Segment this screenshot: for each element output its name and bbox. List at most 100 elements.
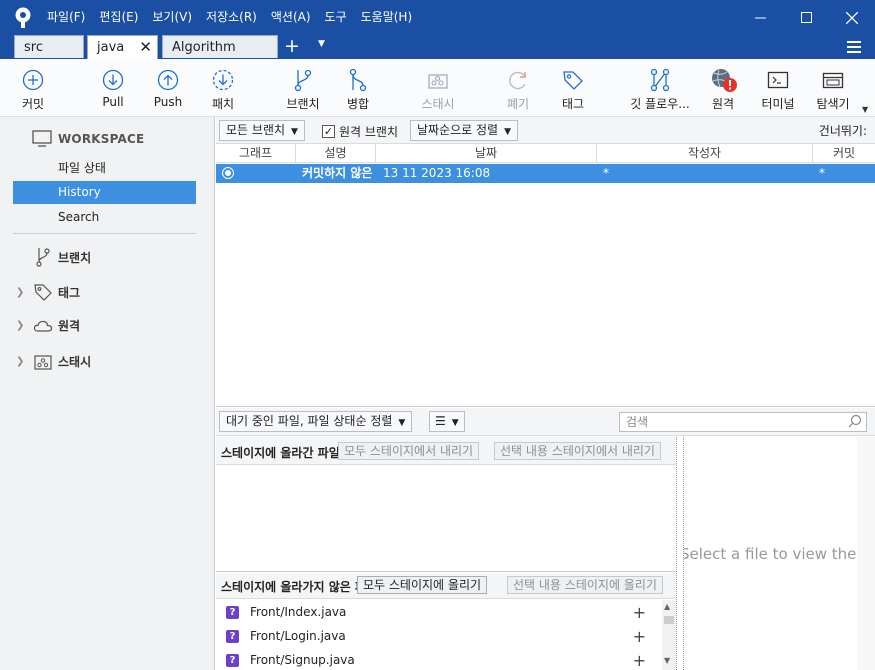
git-flow-button[interactable]: 깃 플로우... [627,67,693,112]
sort-order-label: 날짜순으로 정렬 [417,123,499,137]
merge-icon [349,68,367,92]
menu-repository[interactable]: 저장소(R) [199,0,264,35]
remote-branches-checkbox[interactable]: ✓ 원격 브랜치 [322,123,398,140]
close-tab-icon[interactable]: ✕ [139,36,152,59]
stashes-label: 스태시 [58,355,92,369]
column-graph[interactable]: 그래프 [216,144,296,163]
workspace-header: WORKSPACE [32,130,144,147]
stage-file-icon[interactable]: + [633,627,646,646]
pending-files-sort-dropdown[interactable]: 대기 중인 파일, 파일 상태순 정렬 ▼ [219,411,413,432]
staged-files-header: 스테이지에 올라간 파일 모두 스테이지에서 내리기 선택 내용 스테이지에서 … [216,437,676,465]
pull-button[interactable]: Pull [83,67,143,109]
remote-label: 원격 [711,97,735,111]
row-author: * [603,166,609,180]
column-date[interactable]: 날짜 [376,144,597,163]
menu-tools[interactable]: 도구 [318,0,354,35]
merge-button[interactable]: 병합 [328,67,388,112]
menu-view[interactable]: 보기(V) [145,0,199,35]
menu-edit[interactable]: 편집(E) [92,0,145,35]
sort-order-dropdown[interactable]: 날짜순으로 정렬 ▼ [410,120,519,141]
commit-button[interactable]: 커밋 [3,67,63,112]
uncommitted-node-icon [222,167,234,179]
table-row[interactable]: 커밋하지 않은 13 11 2023 16:08 * * [216,164,875,183]
maximize-button[interactable] [783,0,829,35]
menu-file[interactable]: 파일(F) [40,0,92,35]
sidebar-group-stashes[interactable]: ❯ 스태시 [16,353,91,370]
menu-help[interactable]: 도움말(H) [354,0,420,35]
toolbar-overflow-icon[interactable]: ▼ [862,105,868,114]
stage-file-icon[interactable]: + [633,651,646,670]
tab-label: Algorithm [172,40,236,55]
explorer-button[interactable]: 탐색기 [803,67,863,112]
tab-java[interactable]: java ✕ [87,35,158,59]
chevron-right-icon[interactable]: ❯ [16,287,30,298]
cloud-icon [33,320,53,332]
sidebar-item-file-status[interactable]: 파일 상태 [13,157,196,180]
sidebar-group-remotes[interactable]: ❯ 원격 [16,317,80,334]
discard-button[interactable]: 폐기 [488,67,548,112]
pull-label: Pull [102,95,124,109]
branch-filter-dropdown[interactable]: 모든 브랜치 ▼ [219,120,305,141]
stash-button[interactable]: 스태시 [408,67,468,112]
menu-bar: 파일(F) 편집(E) 보기(V) 저장소(R) 액션(A) 도구 도움말(H) [40,0,419,35]
terminal-button[interactable]: 터미널 [748,67,808,112]
minimize-button[interactable] [737,0,783,35]
view-mode-dropdown[interactable]: ☰ ▼ [429,411,465,432]
tab-label: src [24,40,43,55]
column-description[interactable]: 설명 [296,144,376,163]
chevron-down-icon: ▼ [504,127,512,137]
column-author[interactable]: 작성자 [597,144,813,163]
remote-branches-label: 원격 브랜치 [339,125,399,139]
close-window-button[interactable] [829,0,875,35]
sidebar-group-branches[interactable]: 브랜치 [16,247,91,267]
unstaged-scrollbar[interactable]: ▲ ▼ [662,600,676,670]
fetch-label: 패치 [211,97,235,111]
merge-label: 병합 [346,97,370,111]
fetch-icon [212,69,234,91]
chevron-right-icon[interactable]: ❯ [16,320,30,331]
diff-scrollbar[interactable] [857,437,875,670]
tab-list-dropdown-icon[interactable]: ▼ [318,39,325,49]
scroll-down-icon[interactable]: ▼ [664,656,670,665]
untracked-file-icon: ? [226,653,239,667]
list-item[interactable]: ? Front/Index.java + [216,600,664,624]
remote-button[interactable]: 원격 [693,67,753,112]
branch-filter-label: 모든 브랜치 [226,123,286,137]
fetch-button[interactable]: 패치 [193,67,253,112]
file-search-input[interactable]: 검색 [619,412,867,432]
history-filter-bar: 모든 브랜치 ▼ ✓ 원격 브랜치 날짜순으로 정렬 ▼ 건너뛰기: [216,117,875,144]
push-button[interactable]: Push [138,67,198,109]
menu-actions[interactable]: 액션(A) [264,0,318,35]
staged-files-list [216,466,676,572]
checkmark-icon: ✓ [322,125,335,138]
pane-splitter[interactable] [676,437,684,670]
scroll-thumb[interactable] [664,616,674,624]
unstaged-files-header: 스테이지에 올라가지 않은 파일 모두 스테이지에 올리기 선택 내용 스테이지… [216,573,676,599]
tab-algorithm[interactable]: Algorithm [162,35,278,58]
tab-src[interactable]: src [14,35,84,58]
chevron-right-icon[interactable]: ❯ [16,356,30,367]
hamburger-menu-icon[interactable] [847,38,861,56]
stage-file-icon[interactable]: + [633,603,646,622]
add-tab-icon[interactable]: + [284,35,300,57]
search-placeholder: 검색 [626,415,649,429]
sidebar-group-tags[interactable]: ❯ 태그 [16,282,80,302]
sidebar-item-history[interactable]: History [13,181,196,204]
tag-button[interactable]: 태그 [543,67,603,112]
sidebar-item-search[interactable]: Search [13,206,196,229]
unstage-all-button[interactable]: 모두 스테이지에서 내리기 [338,442,480,460]
column-commit[interactable]: 커밋 [813,144,875,163]
scroll-up-icon[interactable]: ▲ [664,602,670,611]
branch-button[interactable]: 브랜치 [273,67,333,112]
file-pane-toolbar: 대기 중인 파일, 파일 상태순 정렬 ▼ ☰ ▼ 검색 [216,408,875,436]
stage-selected-button[interactable]: 선택 내용 스테이지에 올리기 [507,576,663,594]
list-item[interactable]: ? Front/Signup.java + [216,648,664,670]
row-date: 13 11 2023 16:08 [383,166,491,180]
tag-icon [563,71,583,90]
unstage-selected-button[interactable]: 선택 내용 스테이지에서 내리기 [494,442,661,460]
monitor-icon [32,130,52,147]
stage-all-button[interactable]: 모두 스테이지에 올리기 [357,576,488,594]
list-item[interactable]: ? Front/Login.java + [216,624,664,648]
workspace-label: WORKSPACE [58,131,145,146]
title-bar: 파일(F) 편집(E) 보기(V) 저장소(R) 액션(A) 도구 도움말(H) [0,0,875,35]
